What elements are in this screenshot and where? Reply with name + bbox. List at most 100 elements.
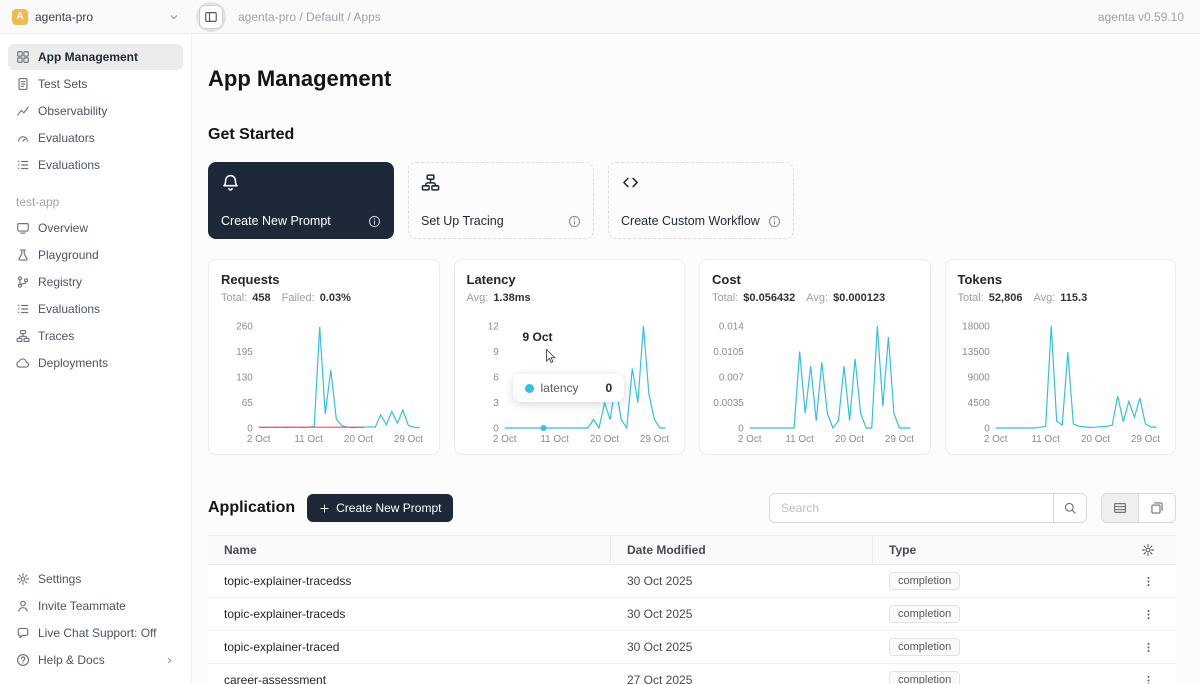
version-label: agenta v0.59.10 <box>1098 10 1200 24</box>
row-menu-button[interactable] <box>1136 569 1160 593</box>
axis-tick-label: 13500 <box>962 347 990 358</box>
sidebar-item-label: Evaluators <box>38 131 95 145</box>
axis-tick-label: 2 Oct <box>492 434 516 445</box>
stat-value: $0.056432 <box>743 292 795 304</box>
type-badge: completion <box>889 572 960 590</box>
table-header: NameDate ModifiedType <box>208 535 1176 565</box>
axis-tick-label: 0 <box>247 423 253 434</box>
set-up-tracing-card[interactable]: Set Up Tracing <box>408 162 594 239</box>
column-header-name: Name <box>208 536 611 564</box>
workspace-selector[interactable]: A agenta-pro <box>0 9 192 25</box>
type-badge: completion <box>889 638 960 656</box>
sidebar-item-app-management[interactable]: App Management <box>8 44 183 70</box>
create-new-prompt-card[interactable]: Create New Prompt <box>208 162 394 239</box>
cost-chart[interactable]: 00.00350.0070.01050.0142 Oct11 Oct20 Oct… <box>712 314 918 446</box>
axis-tick-label: 11 Oct <box>294 434 323 445</box>
cost-chart-area: 00.00350.0070.01050.0142 Oct11 Oct20 Oct… <box>712 314 918 446</box>
sidebar-main-nav: App Management Test Sets Observability Eval… <box>8 44 183 179</box>
axis-tick-label: 29 Oct <box>885 434 914 445</box>
card-view-icon <box>1150 501 1164 515</box>
sidebar-item-label: Deployments <box>38 356 108 370</box>
info-icon[interactable] <box>568 215 581 228</box>
type-cell: completion <box>873 638 1120 656</box>
sidebar-item-registry[interactable]: Registry <box>8 269 183 295</box>
table-view-button[interactable] <box>1101 493 1139 523</box>
workspace-name: agenta-pro <box>35 10 93 24</box>
sidebar-toggle-button[interactable] <box>199 5 223 29</box>
axis-tick-label: 130 <box>236 373 253 384</box>
table-row[interactable]: topic-explainer-tracedss30 Oct 2025compl… <box>208 565 1176 598</box>
stat-title: Requests <box>221 272 427 287</box>
app-name: career-assessment <box>208 673 611 684</box>
card-view-button[interactable] <box>1138 493 1176 523</box>
create-new-prompt-button[interactable]: Create New Prompt <box>307 494 453 522</box>
info-icon[interactable] <box>368 215 381 228</box>
table-row[interactable]: topic-explainer-traced30 Oct 2025complet… <box>208 631 1176 664</box>
sidebar-item-deployments[interactable]: Deployments <box>8 350 183 376</box>
requests-chart-area: 0651301952602 Oct11 Oct20 Oct29 Oct <box>221 314 427 446</box>
list-icon <box>16 302 30 316</box>
row-actions <box>1120 602 1176 626</box>
tokens-chart[interactable]: 04500900013500180002 Oct11 Oct20 Oct29 O… <box>958 314 1164 446</box>
stat-summary: Avg:1.38ms <box>467 292 673 304</box>
sidebar-item-traces[interactable]: Traces <box>8 323 183 349</box>
gear-icon <box>16 572 30 586</box>
card-label: Set Up Tracing <box>421 214 504 228</box>
sidebar-item-label: App Management <box>38 50 138 64</box>
column-settings-cell <box>1120 536 1176 564</box>
axis-tick-label: 65 <box>242 398 253 409</box>
apps-table: NameDate ModifiedTypetopic-explainer-tra… <box>208 535 1176 684</box>
branch-icon <box>16 275 30 289</box>
type-cell: completion <box>873 605 1120 623</box>
row-menu-button[interactable] <box>1136 602 1160 626</box>
sidebar-item-playground[interactable]: Playground <box>8 242 183 268</box>
bell-icon <box>221 173 240 192</box>
sidebar-item-live-chat-support-off[interactable]: Live Chat Support: Off <box>8 620 183 646</box>
axis-tick-label: 11 Oct <box>540 434 569 445</box>
file-icon <box>16 77 30 91</box>
sidebar-item-evaluations[interactable]: Evaluations <box>8 296 183 322</box>
row-menu-button[interactable] <box>1136 668 1160 684</box>
sidebar-item-invite-teammate[interactable]: Invite Teammate <box>8 593 183 619</box>
sidebar-item-help-docs[interactable]: Help & Docs <box>8 647 183 673</box>
monitor-icon <box>16 221 30 235</box>
create-custom-workflow-card[interactable]: Create Custom Workflow <box>608 162 794 239</box>
sidebar-item-overview[interactable]: Overview <box>8 215 183 241</box>
row-menu-button[interactable] <box>1136 635 1160 659</box>
stats-row: RequestsTotal:458Failed:0.03%06513019526… <box>208 259 1176 455</box>
axis-tick-label: 11 Oct <box>785 434 814 445</box>
sidebar-item-evaluations[interactable]: Evaluations <box>8 152 183 178</box>
row-actions <box>1120 668 1176 684</box>
axis-tick-label: 2 Oct <box>738 434 762 445</box>
axis-tick-label: 20 Oct <box>835 434 864 445</box>
search-button[interactable] <box>1053 493 1087 523</box>
table-row[interactable]: topic-explainer-traceds30 Oct 2025comple… <box>208 598 1176 631</box>
requests-chart[interactable]: 0651301952602 Oct11 Oct20 Oct29 Oct <box>221 314 427 446</box>
breadcrumb[interactable]: agenta-pro / Default / Apps <box>238 10 381 24</box>
page-title: App Management <box>208 66 1176 92</box>
stat-value: 52,806 <box>989 292 1023 304</box>
column-header-type: Type <box>873 536 1120 564</box>
tooltip-series-label: latency <box>541 381 579 395</box>
info-icon[interactable] <box>768 215 781 228</box>
sidebar-item-settings[interactable]: Settings <box>8 566 183 592</box>
sidebar-toggle-highlight <box>196 2 226 32</box>
table-row[interactable]: career-assessment27 Oct 2025completion <box>208 664 1176 684</box>
workspace-avatar: A <box>12 9 28 25</box>
sidebar-item-label: Playground <box>38 248 99 262</box>
sidebar-item-label: Evaluations <box>38 302 100 316</box>
stat-value: 115.3 <box>1060 292 1087 304</box>
tree-icon <box>16 329 30 343</box>
sidebar-item-observability[interactable]: Observability <box>8 98 183 124</box>
axis-tick-label: 12 <box>487 322 498 333</box>
type-cell: completion <box>873 572 1120 590</box>
sidebar-item-evaluators[interactable]: Evaluators <box>8 125 183 151</box>
sidebar-item-test-sets[interactable]: Test Sets <box>8 71 183 97</box>
gear-icon[interactable] <box>1141 543 1155 557</box>
search-group <box>769 493 1087 523</box>
cloud-icon <box>16 356 30 370</box>
user-icon <box>16 599 30 613</box>
app-layout: App Management Test Sets Observability Eval… <box>0 34 1200 684</box>
search-input[interactable] <box>769 493 1053 523</box>
sidebar-item-label: Test Sets <box>38 77 87 91</box>
